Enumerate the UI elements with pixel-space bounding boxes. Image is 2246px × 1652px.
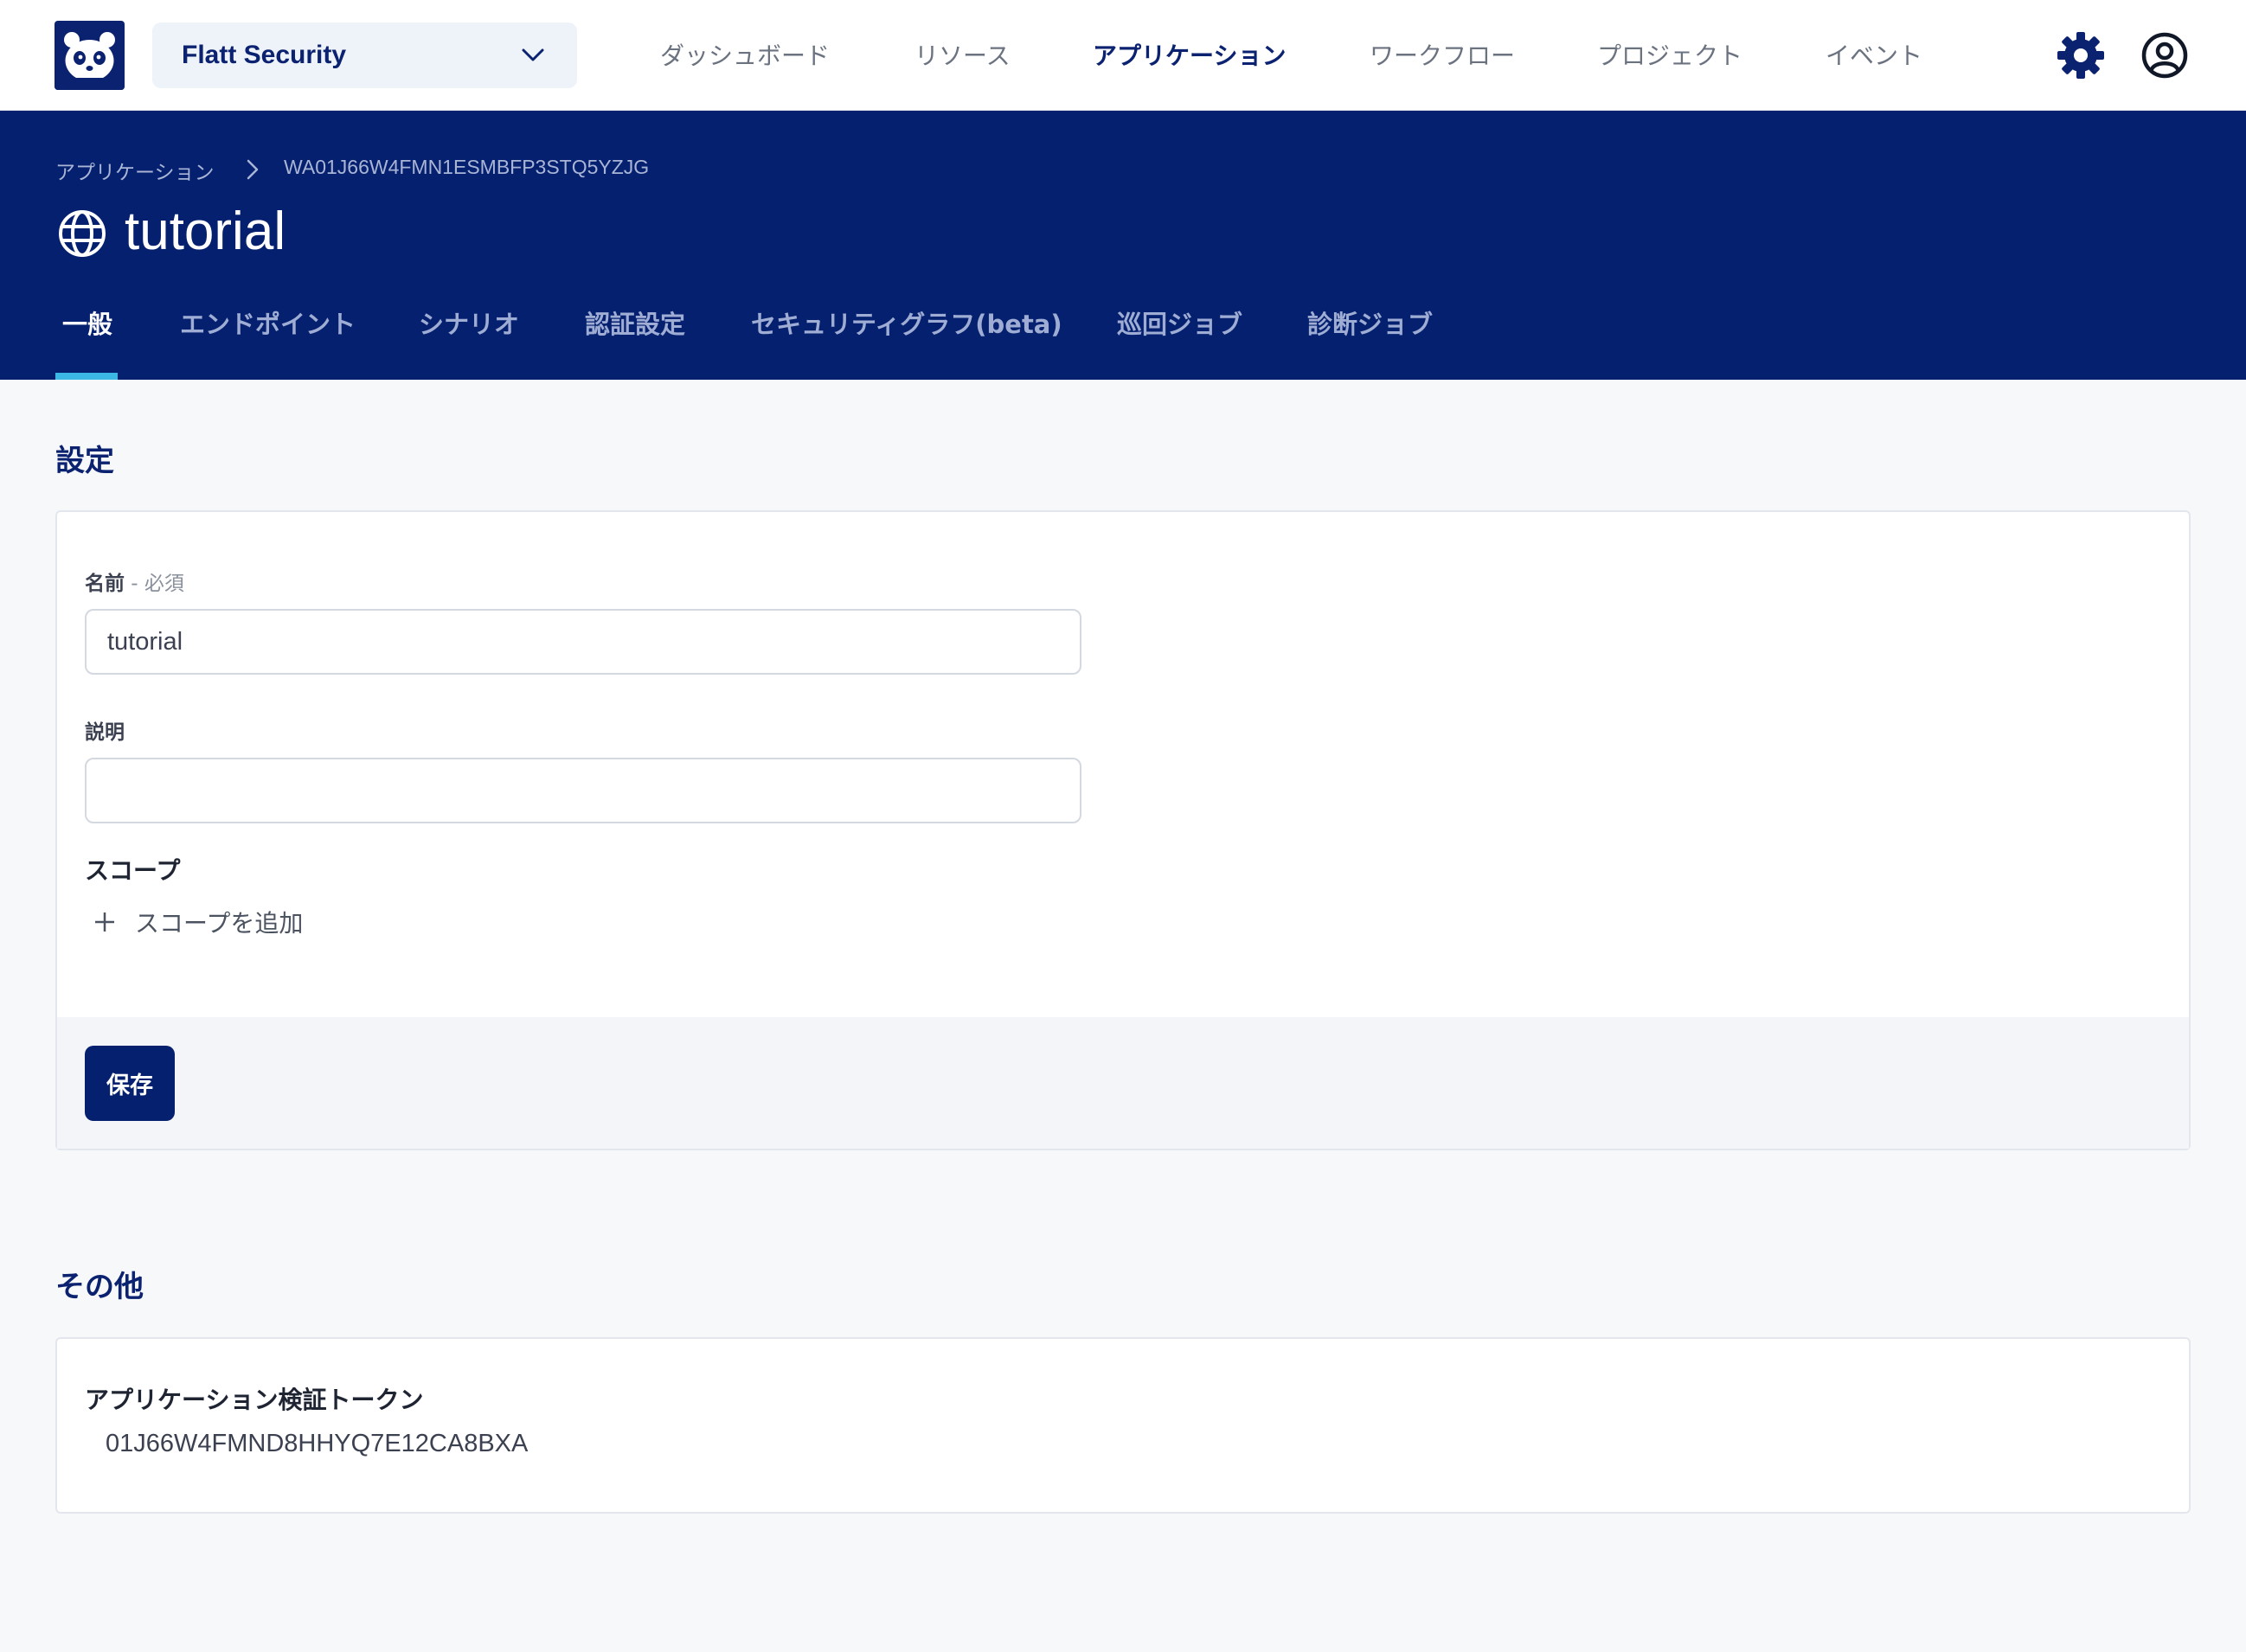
breadcrumb-applications[interactable]: アプリケーション [55, 156, 215, 185]
active-tab-indicator [55, 373, 118, 380]
description-input[interactable] [85, 758, 1081, 823]
tab-crawl-jobs[interactable]: 巡回ジョブ [1117, 304, 1242, 341]
nav-projects[interactable]: プロジェクト [1597, 0, 1742, 109]
name-label-text: 名前 [85, 573, 125, 595]
top-navbar: Flatt Security ダッシュボード リソース アプリケーション ワーク… [0, 0, 2246, 111]
tab-security-graph[interactable]: セキュリティグラフ(beta) [751, 304, 1062, 341]
globe-icon [59, 210, 106, 257]
tab-scenarios[interactable]: シナリオ [419, 304, 519, 341]
scope-heading: スコープ [85, 856, 181, 885]
organization-name: Flatt Security [182, 41, 347, 69]
name-input[interactable]: tutorial [85, 609, 1081, 675]
nav-dashboard[interactable]: ダッシュボード [660, 0, 830, 109]
organization-select[interactable]: Flatt Security [152, 22, 577, 88]
page-title: tutorial [125, 202, 286, 261]
add-scope-button[interactable]: スコープを追加 [93, 905, 303, 939]
required-indicator: - 必須 [125, 573, 184, 595]
settings-section-title: 設定 [55, 444, 114, 478]
gear-icon[interactable] [2057, 31, 2105, 80]
save-button[interactable]: 保存 [85, 1046, 175, 1121]
breadcrumb-application-id: WA01J66W4FMN1ESMBFP3STQ5YZJG [284, 156, 650, 178]
nav-workflows[interactable]: ワークフロー [1370, 0, 1515, 109]
add-scope-label: スコープを追加 [135, 909, 304, 938]
tab-scan-jobs[interactable]: 診断ジョブ [1307, 304, 1433, 341]
other-card [55, 1337, 2191, 1514]
verification-token-value: 01J66W4FMND8HHYQ7E12CA8BXA [106, 1430, 529, 1457]
name-input-value: tutorial [107, 627, 183, 656]
nav-applications[interactable]: アプリケーション [1093, 0, 1286, 109]
chevron-down-icon [522, 48, 544, 61]
settings-card-footer [57, 1017, 2189, 1149]
plus-icon [95, 912, 114, 932]
nav-events[interactable]: イベント [1826, 0, 1922, 109]
tab-general[interactable]: 一般 [62, 304, 112, 341]
verification-token-label: アプリケーション検証トークン [85, 1386, 424, 1414]
user-circle-icon[interactable] [2140, 31, 2189, 80]
tab-endpoints[interactable]: エンドポイント [180, 304, 356, 341]
name-field-label: 名前 - 必須 [85, 567, 184, 596]
chevron-right-icon [247, 159, 259, 180]
description-field-label: 説明 [85, 721, 125, 744]
panda-logo-icon[interactable] [55, 21, 125, 90]
tab-auth-settings[interactable]: 認証設定 [585, 304, 685, 341]
nav-resources[interactable]: リソース [914, 0, 1011, 109]
other-section-title: その他 [55, 1270, 144, 1304]
